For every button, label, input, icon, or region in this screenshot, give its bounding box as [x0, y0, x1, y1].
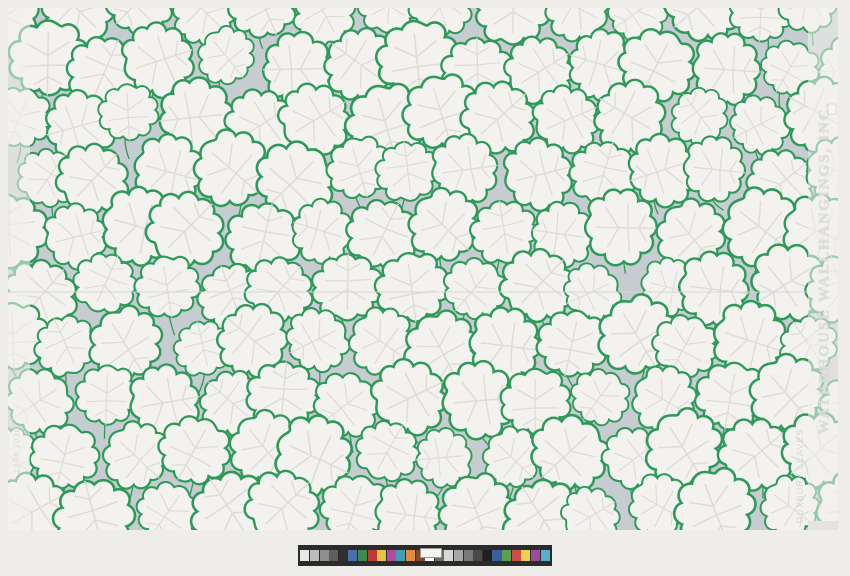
vine-stem: [0, 14, 6, 59]
color-swatch: [473, 550, 483, 561]
color-swatch: [367, 550, 377, 561]
color-swatch: [309, 550, 319, 561]
wallpaper-sheet: [0, 8, 850, 530]
color-swatch: [300, 550, 310, 561]
color-swatch: [463, 550, 473, 561]
color-swatch: [502, 550, 512, 561]
color-swatch: [377, 550, 387, 561]
wallpaper-photo: WATERHOUSE WALLHANGINGS, INC. DUXBURY LE…: [0, 0, 850, 576]
vine-stem: [842, 70, 849, 117]
color-swatch: [521, 550, 531, 561]
color-swatch: [406, 550, 416, 561]
color-swatch: [348, 550, 358, 561]
pattern-name-imprint: DUXBURY LEAVES: [795, 428, 805, 524]
color-swatch: [492, 550, 502, 561]
color-swatch: [329, 550, 339, 561]
calibration-label: [420, 548, 442, 558]
color-swatch: [357, 550, 367, 561]
color-swatch: [386, 550, 396, 561]
pattern-number-imprint: 1934 2030: [12, 426, 22, 474]
vine-stem: [846, 403, 850, 447]
color-swatch: [530, 550, 540, 561]
color-swatch: [444, 550, 454, 561]
color-swatch: [482, 550, 492, 561]
manufacturer-imprint: WATERHOUSE WALLHANGINGS, INC.: [816, 101, 833, 435]
color-swatch: [396, 550, 406, 561]
vine-stem: [840, 286, 844, 336]
color-swatch: [338, 550, 348, 561]
color-swatch: [540, 550, 550, 561]
color-swatch: [511, 550, 521, 561]
color-swatch: [454, 550, 464, 561]
color-swatch: [319, 550, 329, 561]
